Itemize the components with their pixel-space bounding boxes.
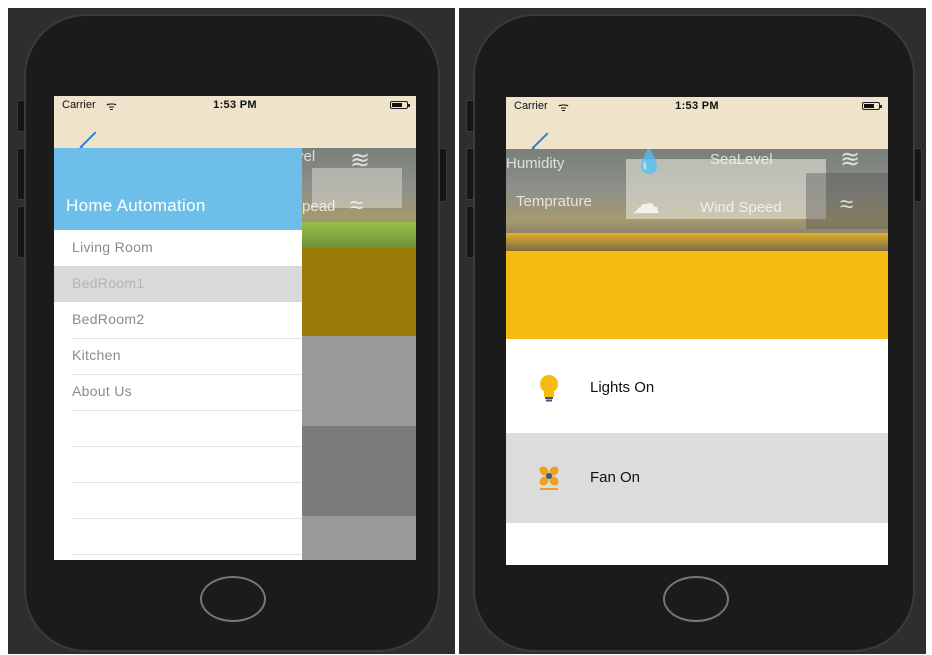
battery-icon xyxy=(862,102,882,110)
menu-item-kitchen[interactable]: Kitchen xyxy=(54,338,302,374)
menu-separator xyxy=(72,518,302,519)
status-bar: Carrier ᯤ 1:53 PM xyxy=(506,97,888,115)
humidity-label: Humidity xyxy=(506,155,565,172)
drawer-title: Home Automation xyxy=(66,196,206,215)
volume-up-button xyxy=(17,148,25,200)
volume-down-button xyxy=(466,206,474,258)
menu-item-bedroom1[interactable]: BedRoom1 xyxy=(54,266,302,302)
wind-speed-label: Wind Speed xyxy=(700,199,782,216)
background-room-photo: vel Spead ≋ ≈ xyxy=(302,148,416,248)
drawer-header: Home Automation xyxy=(54,148,302,230)
power-button xyxy=(439,148,447,202)
clock: 1:53 PM xyxy=(213,99,257,111)
navigation-bar xyxy=(54,114,416,163)
app-screen-left: Carrier ᯤ 1:53 PM vel Spead ≋ ≈ Home Aut… xyxy=(54,96,416,560)
clock: 1:53 PM xyxy=(675,100,719,112)
volume-down-button xyxy=(17,206,25,258)
menu-item-about-us[interactable]: About Us xyxy=(54,374,302,410)
wind-icon: ≈ xyxy=(840,191,854,218)
power-button xyxy=(914,148,922,202)
left-screenshot-panel: Carrier ᯤ 1:53 PM vel Spead ≋ ≈ Home Aut… xyxy=(8,8,455,654)
waves-icon: ≋ xyxy=(350,148,371,174)
waves-icon: ≋ xyxy=(840,149,861,173)
menu-separator xyxy=(72,338,302,339)
cloud-icon: ☁ xyxy=(632,188,660,219)
menu-separator xyxy=(72,374,302,375)
menu-separator xyxy=(72,446,302,447)
menu-item-bedroom2[interactable]: BedRoom2 xyxy=(54,302,302,338)
home-button[interactable] xyxy=(200,576,266,622)
wind-speed-label: Spead xyxy=(302,198,336,215)
yellow-banner xyxy=(506,251,888,339)
fan-icon xyxy=(539,466,559,490)
menu-separator xyxy=(72,482,302,483)
menu-item-label: BedRoom1 xyxy=(72,275,145,291)
water-drop-icon: 💧 xyxy=(634,149,664,175)
side-drawer: Home Automation Living Room BedRoom1 Bed… xyxy=(54,148,302,560)
menu-item-label: About Us xyxy=(72,383,132,399)
app-screen-right: Carrier ᯤ 1:53 PM Humidity 💧 SeaLevel ≋ … xyxy=(506,97,888,565)
sea-level-label: SeaLevel xyxy=(710,151,773,168)
temperature-label: Temprature xyxy=(516,193,592,210)
menu-item-label: Kitchen xyxy=(72,347,121,363)
yellow-banner-dimmed xyxy=(302,248,416,336)
lights-control-label: Lights On xyxy=(590,379,655,396)
navigation-bar xyxy=(506,115,888,164)
status-bar: Carrier ᯤ 1:53 PM xyxy=(54,96,416,114)
mute-switch xyxy=(466,100,474,132)
lights-control-row[interactable]: Lights On xyxy=(506,343,888,433)
wind-icon: ≈ xyxy=(350,192,364,219)
menu-separator xyxy=(72,554,302,555)
fan-control-label: Fan On xyxy=(590,469,641,486)
mute-switch xyxy=(17,100,25,132)
volume-up-button xyxy=(466,148,474,200)
home-button[interactable] xyxy=(663,576,729,622)
fan-control-row[interactable]: Fan On xyxy=(506,433,888,523)
menu-item-label: Living Room xyxy=(72,239,154,255)
weather-header-photo: Humidity 💧 SeaLevel ≋ Temprature ☁ Wind … xyxy=(506,149,888,251)
control-row-selected-dimmed xyxy=(302,426,416,516)
battery-icon xyxy=(390,101,410,109)
right-screenshot-panel: Carrier ᯤ 1:53 PM Humidity 💧 SeaLevel ≋ … xyxy=(459,8,926,654)
control-row-dimmed xyxy=(302,336,416,426)
light-bulb-icon xyxy=(540,375,558,402)
menu-item-label: BedRoom2 xyxy=(72,311,145,327)
sea-level-label: vel xyxy=(302,148,316,165)
empty-area-dimmed xyxy=(302,516,416,560)
menu-item-living-room[interactable]: Living Room xyxy=(54,230,302,266)
menu-separator xyxy=(72,410,302,411)
